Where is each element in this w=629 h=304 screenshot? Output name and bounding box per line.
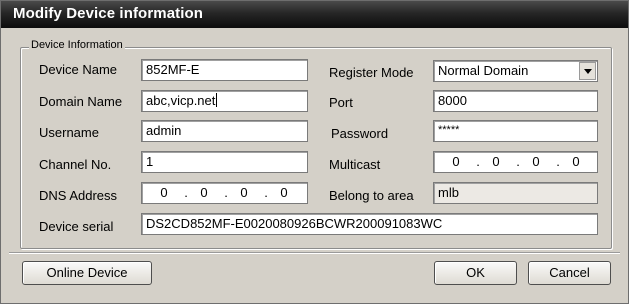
port-field[interactable]: 8000 xyxy=(433,90,598,112)
dns-address-ip-field[interactable]: 0 . 0 . 0 . 0 xyxy=(141,182,308,204)
password-field[interactable]: ***** xyxy=(433,120,598,142)
multicast-dot-2: . xyxy=(516,154,520,169)
belong-to-area-value: mlb xyxy=(438,185,459,200)
channel-no-value: 1 xyxy=(146,154,154,169)
multicast-ip-field[interactable]: 0 . 0 . 0 . 0 xyxy=(433,151,598,173)
device-serial-field[interactable]: DS2CD852MF-E0020080926BCWR200091083WC xyxy=(141,213,598,235)
dialog-title: Modify Device information xyxy=(13,5,204,22)
multicast-octet-4: 0 xyxy=(572,154,580,169)
username-value: admin xyxy=(146,123,182,138)
belong-to-area-field: mlb xyxy=(433,182,598,204)
multicast-octet-1: 0 xyxy=(452,154,460,169)
username-label: Username xyxy=(39,125,99,140)
device-name-value: 852MF-E xyxy=(146,62,200,77)
password-label: Password xyxy=(331,126,389,141)
online-device-button[interactable]: Online Device xyxy=(22,261,152,285)
belong-to-area-label: Belong to area xyxy=(329,188,414,203)
username-field[interactable]: admin xyxy=(141,120,308,142)
dns-octet-4: 0 xyxy=(280,185,288,200)
modify-device-dialog: Modify Device information Device Informa… xyxy=(0,0,629,304)
multicast-label: Multicast xyxy=(329,157,381,172)
text-caret xyxy=(216,93,218,107)
dns-dot-3: . xyxy=(264,185,268,200)
domain-name-value: abc,vicp.net xyxy=(146,93,216,108)
channel-no-label: Channel No. xyxy=(39,157,112,172)
port-label: Port xyxy=(329,95,353,110)
dns-dot-2: . xyxy=(224,185,228,200)
dns-address-label: DNS Address xyxy=(39,188,118,203)
dns-dot-1: . xyxy=(184,185,188,200)
port-value: 8000 xyxy=(438,93,467,108)
multicast-dot-1: . xyxy=(476,154,480,169)
dns-octet-1: 0 xyxy=(160,185,168,200)
multicast-octet-3: 0 xyxy=(532,154,540,169)
ok-button[interactable]: OK xyxy=(434,261,517,285)
multicast-octet-2: 0 xyxy=(492,154,500,169)
channel-no-field[interactable]: 1 xyxy=(141,151,308,173)
device-serial-value: DS2CD852MF-E0020080926BCWR200091083WC xyxy=(146,216,443,231)
chevron-down-icon xyxy=(584,69,592,74)
title-bar: Modify Device information xyxy=(1,1,628,28)
dns-octet-2: 0 xyxy=(200,185,208,200)
register-mode-value: Normal Domain xyxy=(438,63,529,78)
device-name-field[interactable]: 852MF-E xyxy=(141,59,308,81)
multicast-dot-3: . xyxy=(556,154,560,169)
register-mode-select[interactable]: Normal Domain xyxy=(433,60,598,82)
device-name-label: Device Name xyxy=(39,62,118,77)
domain-name-label: Domain Name xyxy=(39,94,123,109)
domain-name-field[interactable]: abc,vicp.net xyxy=(141,90,308,112)
divider xyxy=(9,252,620,254)
device-serial-label: Device serial xyxy=(39,219,114,234)
password-value: ***** xyxy=(438,124,460,136)
dns-octet-3: 0 xyxy=(240,185,248,200)
group-label: Device Information xyxy=(29,39,125,51)
register-mode-label: Register Mode xyxy=(329,65,414,80)
cancel-button[interactable]: Cancel xyxy=(528,261,611,285)
dropdown-arrow-button[interactable] xyxy=(579,62,596,80)
